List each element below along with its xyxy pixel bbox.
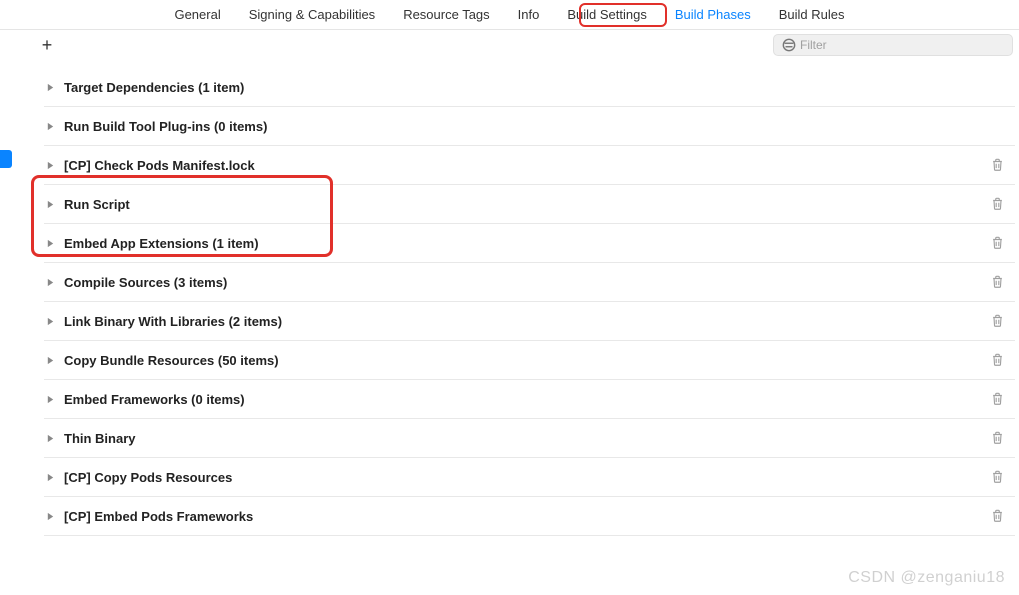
watermark: CSDN @zenganiu18: [848, 569, 1005, 587]
phase-label: [CP] Check Pods Manifest.lock: [64, 158, 989, 173]
phase-label: [CP] Copy Pods Resources: [64, 470, 989, 485]
trash-icon[interactable]: [989, 196, 1005, 212]
phase-label: Link Binary With Libraries (2 items): [64, 314, 989, 329]
tab-resource-tags[interactable]: Resource Tags: [389, 0, 503, 30]
chevron-right-icon[interactable]: [44, 276, 56, 288]
phase-label: Target Dependencies (1 item): [64, 80, 1015, 95]
chevron-right-icon[interactable]: [44, 198, 56, 210]
filter-icon: [782, 38, 796, 52]
phase-row[interactable]: Run Script: [44, 185, 1015, 224]
chevron-right-icon[interactable]: [44, 120, 56, 132]
phase-label: Compile Sources (3 items): [64, 275, 989, 290]
tab-signing[interactable]: Signing & Capabilities: [235, 0, 389, 30]
phase-row[interactable]: Target Dependencies (1 item): [44, 68, 1015, 107]
tab-build-rules[interactable]: Build Rules: [765, 0, 859, 30]
phase-row[interactable]: Embed Frameworks (0 items): [44, 380, 1015, 419]
phase-label: Copy Bundle Resources (50 items): [64, 353, 989, 368]
phase-label: [CP] Embed Pods Frameworks: [64, 509, 989, 524]
phase-row[interactable]: [CP] Embed Pods Frameworks: [44, 497, 1015, 536]
phase-row[interactable]: [CP] Copy Pods Resources: [44, 458, 1015, 497]
chevron-right-icon[interactable]: [44, 315, 56, 327]
phase-row[interactable]: Copy Bundle Resources (50 items): [44, 341, 1015, 380]
tab-bar: General Signing & Capabilities Resource …: [0, 0, 1019, 30]
filter-input[interactable]: [800, 38, 1004, 52]
selection-indicator: [0, 150, 12, 168]
phase-row[interactable]: Link Binary With Libraries (2 items): [44, 302, 1015, 341]
filter-field-wrap[interactable]: [773, 34, 1013, 56]
phase-row[interactable]: Thin Binary: [44, 419, 1015, 458]
phase-row[interactable]: Run Build Tool Plug-ins (0 items): [44, 107, 1015, 146]
trash-icon[interactable]: [989, 391, 1005, 407]
trash-icon[interactable]: [989, 352, 1005, 368]
tab-general[interactable]: General: [160, 0, 234, 30]
phase-label: Embed App Extensions (1 item): [64, 236, 989, 251]
toolbar: +: [30, 30, 1015, 60]
tab-build-phases[interactable]: Build Phases: [661, 0, 765, 30]
trash-icon[interactable]: [989, 469, 1005, 485]
chevron-right-icon[interactable]: [44, 81, 56, 93]
trash-icon[interactable]: [989, 157, 1005, 173]
chevron-right-icon[interactable]: [44, 237, 56, 249]
phase-label: Embed Frameworks (0 items): [64, 392, 989, 407]
tab-build-settings[interactable]: Build Settings: [553, 0, 661, 30]
phase-row[interactable]: [CP] Check Pods Manifest.lock: [44, 146, 1015, 185]
tab-info[interactable]: Info: [504, 0, 554, 30]
left-gutter: [0, 30, 15, 595]
phase-label: Thin Binary: [64, 431, 989, 446]
trash-icon[interactable]: [989, 235, 1005, 251]
trash-icon[interactable]: [989, 274, 1005, 290]
phase-row[interactable]: Compile Sources (3 items): [44, 263, 1015, 302]
trash-icon[interactable]: [989, 430, 1005, 446]
chevron-right-icon[interactable]: [44, 354, 56, 366]
phase-label: Run Build Tool Plug-ins (0 items): [64, 119, 1015, 134]
phase-list: Target Dependencies (1 item) Run Build To…: [44, 68, 1015, 536]
content-area: + Target Dependencies (1 item) Run Build …: [30, 30, 1015, 536]
trash-icon[interactable]: [989, 313, 1005, 329]
chevron-right-icon[interactable]: [44, 159, 56, 171]
phase-label: Run Script: [64, 197, 989, 212]
add-phase-button[interactable]: +: [34, 32, 60, 58]
phase-row[interactable]: Embed App Extensions (1 item): [44, 224, 1015, 263]
chevron-right-icon[interactable]: [44, 393, 56, 405]
chevron-right-icon[interactable]: [44, 471, 56, 483]
chevron-right-icon[interactable]: [44, 510, 56, 522]
chevron-right-icon[interactable]: [44, 432, 56, 444]
trash-icon[interactable]: [989, 508, 1005, 524]
